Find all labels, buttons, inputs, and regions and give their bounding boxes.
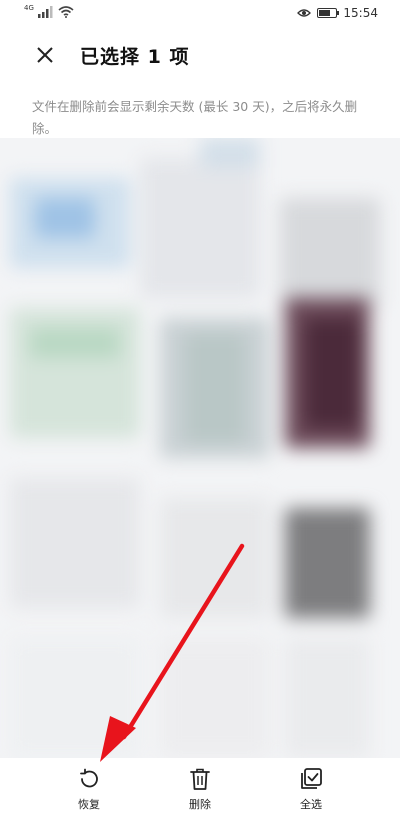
- page-title: 已选择 1 项: [80, 46, 190, 68]
- bottom-action-bar: 恢复 删除 全选: [0, 758, 400, 816]
- thumbnail: [140, 158, 260, 298]
- status-right: 15:54: [297, 6, 378, 20]
- status-time: 15:54: [343, 6, 378, 20]
- thumbnail: [285, 508, 370, 618]
- delete-button[interactable]: 删除: [170, 766, 230, 812]
- network-type: 4G: [24, 4, 34, 12]
- close-icon: [37, 47, 53, 63]
- close-button[interactable]: [30, 40, 60, 70]
- restore-label: 恢复: [78, 798, 100, 811]
- thumbnail: [10, 638, 140, 758]
- signal-bars-icon: [37, 6, 53, 18]
- restore-icon: [80, 768, 98, 788]
- select-all-icon: [301, 768, 322, 789]
- thumbnail: [10, 478, 140, 608]
- thumbnail: [280, 198, 380, 308]
- thumbnail: [305, 318, 360, 428]
- thumbnail: [160, 498, 270, 618]
- thumbnail: [285, 638, 370, 758]
- select-all-label: 全选: [300, 798, 322, 811]
- wifi-icon: [58, 6, 74, 18]
- eye-comfort-icon: [297, 9, 312, 17]
- thumbnail: [160, 638, 270, 758]
- status-bar: 4G 15:54: [0, 0, 400, 28]
- thumbnail: [185, 333, 245, 443]
- blurred-photo-grid: [0, 138, 400, 758]
- select-all-button[interactable]: 全选: [281, 766, 341, 812]
- thumbnail: [30, 328, 120, 358]
- restore-button[interactable]: 恢复: [59, 766, 119, 812]
- selection-header: 已选择 1 项: [0, 28, 400, 84]
- delete-label: 删除: [189, 798, 211, 811]
- blurred-thumbnails: [0, 138, 400, 758]
- thumbnail: [35, 198, 95, 238]
- trash-icon: [190, 768, 210, 790]
- deletion-notice: 文件在删除前会显示剩余天数 (最长 30 天)，之后将永久删除。: [32, 99, 358, 136]
- status-left: 4G: [24, 4, 74, 18]
- thumbnail: [200, 138, 260, 168]
- battery-icon: [317, 8, 340, 18]
